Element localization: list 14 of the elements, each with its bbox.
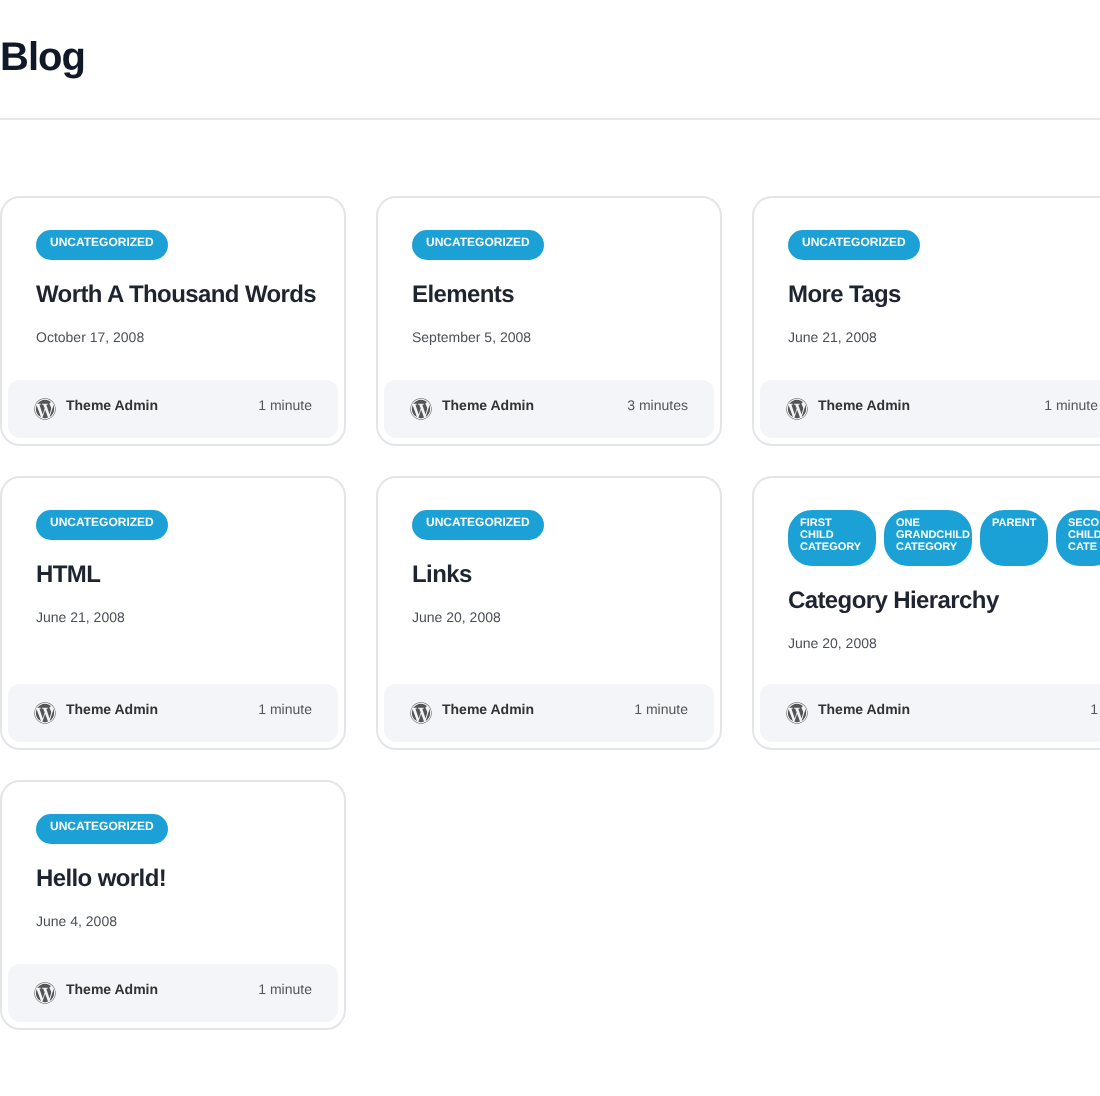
wordpress-icon: [34, 702, 56, 724]
post-title[interactable]: Hello world!: [36, 860, 310, 896]
wordpress-icon: [410, 397, 432, 419]
wordpress-icon: [34, 981, 56, 1003]
wordpress-icon: [786, 397, 808, 419]
post-title[interactable]: Elements: [412, 276, 686, 312]
post-title[interactable]: Links: [412, 555, 686, 591]
post-title[interactable]: Category Hierarchy: [788, 581, 1096, 617]
post-title[interactable]: More Tags: [788, 276, 1096, 312]
page-title: Blog: [0, 34, 85, 84]
wordpress-icon: [34, 397, 56, 419]
wordpress-icon: [410, 702, 432, 724]
post-title[interactable]: HTML: [36, 555, 310, 591]
wordpress-icon: [786, 702, 808, 724]
